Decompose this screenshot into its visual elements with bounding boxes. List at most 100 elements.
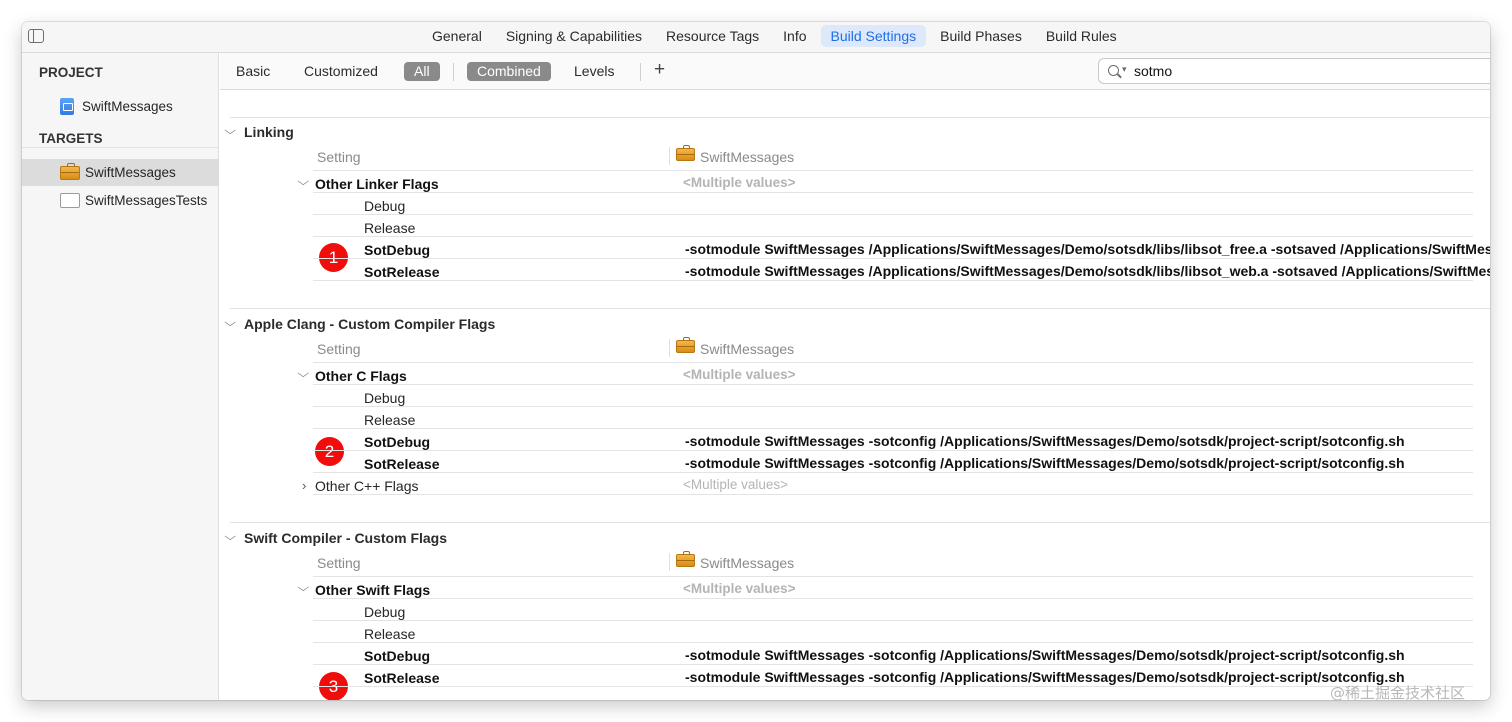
chevron-down-icon[interactable]: ⌵ [297, 582, 309, 595]
config-debug[interactable]: Debug [364, 390, 405, 406]
row-divider [313, 686, 1473, 687]
row-divider [313, 362, 1473, 363]
watermark: @稀土掘金技术社区 [1330, 684, 1466, 702]
row-divider [313, 576, 1473, 577]
briefcase-icon [60, 162, 80, 180]
view-levels-button[interactable]: Levels [574, 62, 614, 81]
config-debug[interactable]: Debug [364, 198, 405, 214]
section-title-apple-clang[interactable]: Apple Clang - Custom Compiler Flags [244, 316, 495, 332]
project-navigator-sidebar: PROJECT SwiftMessages TARGETS SwiftMessa… [22, 53, 219, 700]
setting-value-multiple[interactable]: <Multiple values> [683, 477, 788, 492]
setting-other-c-flags[interactable]: Other C Flags [315, 368, 407, 384]
sidebar-item-target-swiftmessages[interactable]: SwiftMessages [22, 159, 219, 186]
sidebar-toggle-icon[interactable] [28, 29, 44, 43]
chevron-down-icon[interactable]: ⌵ [297, 368, 309, 381]
briefcase-icon [676, 551, 695, 567]
config-debug[interactable]: Debug [364, 604, 405, 620]
config-sotrelease[interactable]: SotRelease [364, 456, 439, 472]
column-divider [669, 339, 670, 357]
section-divider [230, 308, 1490, 309]
add-setting-button[interactable]: + [654, 60, 665, 79]
setting-value-sotdebug[interactable]: -sotmodule SwiftMessages -sotconfig /App… [685, 647, 1490, 663]
chevron-down-icon[interactable]: ⌵ [224, 317, 236, 330]
config-sotdebug[interactable]: SotDebug [364, 648, 430, 664]
chevron-down-icon[interactable]: ⌵ [224, 531, 236, 544]
row-divider [313, 620, 1473, 621]
target-column-header: SwiftMessages [700, 555, 795, 571]
setting-column-header: Setting [317, 149, 361, 165]
setting-value-multiple[interactable]: <Multiple values> [683, 367, 796, 382]
row-divider [313, 280, 1473, 281]
annotation-badge-2: 2 [315, 437, 344, 466]
tab-resource-tags[interactable]: Resource Tags [656, 25, 769, 47]
search-field[interactable]: ▾ [1098, 58, 1490, 84]
filter-customized-button[interactable]: Customized [304, 62, 378, 81]
row-divider [313, 236, 1473, 237]
setting-other-cpp-flags[interactable]: Other C++ Flags [315, 478, 419, 494]
setting-column-header: Setting [317, 555, 361, 571]
sidebar-item-target-swiftmessagestests[interactable]: SwiftMessagesTests [22, 187, 219, 214]
chevron-right-icon[interactable]: › [302, 478, 306, 493]
tab-signing-capabilities[interactable]: Signing & Capabilities [496, 25, 652, 47]
tab-build-phases[interactable]: Build Phases [930, 25, 1032, 47]
section-divider [230, 522, 1490, 523]
setting-value-sotdebug[interactable]: -sotmodule SwiftMessages /Applications/S… [685, 241, 1490, 257]
search-input[interactable] [1134, 62, 1474, 80]
setting-value-multiple[interactable]: <Multiple values> [683, 175, 796, 190]
tab-build-settings[interactable]: Build Settings [820, 25, 927, 47]
filter-all-button[interactable]: All [404, 62, 440, 81]
xcode-window: General Signing & Capabilities Resource … [22, 22, 1490, 700]
briefcase-icon [676, 145, 695, 161]
view-combined-button[interactable]: Combined [467, 62, 551, 81]
tab-general[interactable]: General [422, 25, 492, 47]
editor-tab-bar: General Signing & Capabilities Resource … [22, 22, 1490, 53]
setting-other-linker-flags[interactable]: Other Linker Flags [315, 176, 439, 192]
sidebar-item-label: SwiftMessages [85, 165, 176, 180]
row-divider [313, 406, 1473, 407]
row-divider [313, 598, 1473, 599]
chevron-down-icon[interactable]: ⌵ [224, 125, 236, 138]
config-release[interactable]: Release [364, 220, 415, 236]
chevron-down-icon[interactable]: ⌵ [297, 176, 309, 189]
section-divider [230, 117, 1490, 118]
targets-header: TARGETS [39, 131, 103, 146]
row-divider [313, 214, 1473, 215]
sidebar-item-label: SwiftMessages [82, 99, 173, 114]
config-sotdebug[interactable]: SotDebug [364, 434, 430, 450]
row-divider [313, 664, 1473, 665]
setting-value-multiple[interactable]: <Multiple values> [683, 581, 796, 596]
setting-value-sotrelease[interactable]: -sotmodule SwiftMessages /Applications/S… [685, 263, 1490, 279]
config-sotdebug[interactable]: SotDebug [364, 242, 430, 258]
filter-divider [640, 63, 641, 81]
sidebar-item-label: SwiftMessagesTests [85, 193, 208, 208]
setting-value-sotdebug[interactable]: -sotmodule SwiftMessages -sotconfig /App… [685, 433, 1490, 449]
config-sotrelease[interactable]: SotRelease [364, 670, 439, 686]
row-divider [313, 192, 1473, 193]
row-divider [313, 494, 1473, 495]
project-header: PROJECT [39, 65, 103, 80]
test-bundle-icon [60, 193, 80, 208]
tab-build-rules[interactable]: Build Rules [1036, 25, 1127, 47]
row-divider [313, 642, 1473, 643]
filter-basic-button[interactable]: Basic [236, 62, 270, 81]
config-release[interactable]: Release [364, 412, 415, 428]
row-divider [313, 450, 1473, 451]
config-release[interactable]: Release [364, 626, 415, 642]
tab-list: General Signing & Capabilities Resource … [422, 25, 1127, 47]
section-title-swift-compiler[interactable]: Swift Compiler - Custom Flags [244, 530, 447, 546]
row-divider [313, 170, 1473, 171]
setting-value-sotrelease[interactable]: -sotmodule SwiftMessages -sotconfig /App… [685, 455, 1490, 471]
setting-column-header: Setting [317, 341, 361, 357]
build-settings-list: ⌵ Linking Setting SwiftMessages ⌵ Other … [220, 91, 1490, 700]
row-divider [313, 472, 1473, 473]
setting-other-swift-flags[interactable]: Other Swift Flags [315, 582, 430, 598]
config-sotrelease[interactable]: SotRelease [364, 264, 439, 280]
tab-info[interactable]: Info [773, 25, 816, 47]
target-column-header: SwiftMessages [700, 341, 795, 357]
section-title-linking[interactable]: Linking [244, 124, 294, 140]
briefcase-icon [676, 337, 695, 353]
row-divider [313, 428, 1473, 429]
build-settings-filter-bar: Basic Customized All Combined Levels + ▾ [220, 53, 1490, 90]
sidebar-item-project[interactable]: SwiftMessages [22, 93, 219, 120]
search-icon[interactable] [1108, 65, 1119, 76]
